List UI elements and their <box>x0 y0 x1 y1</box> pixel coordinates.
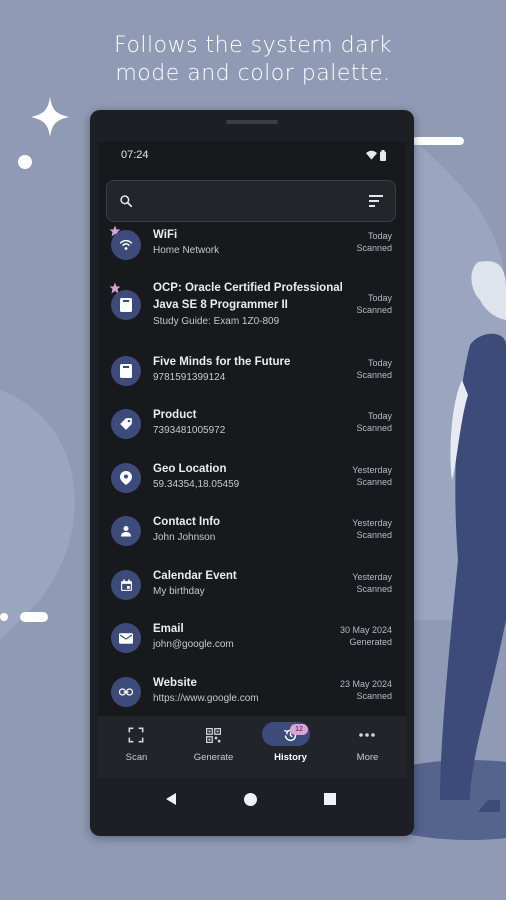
recents-button[interactable] <box>324 792 336 810</box>
item-date: Yesterday <box>352 465 392 475</box>
nav-generate[interactable]: Generate <box>175 716 252 778</box>
location-pin-icon <box>111 463 141 493</box>
app-screen: 07:24 WiFi Home Network Today Scanned OC… <box>98 142 406 778</box>
nav-more[interactable]: More <box>329 716 406 778</box>
item-date: Yesterday <box>352 572 392 582</box>
item-title: WiFi <box>153 229 178 241</box>
history-item-geo[interactable]: Geo Location 59.34354,18.05459 Yesterday… <box>98 461 406 507</box>
item-subtitle: Study Guide: Exam 1Z0-809 <box>153 316 280 327</box>
system-navigation-bar <box>90 778 414 836</box>
search-input[interactable] <box>143 189 357 215</box>
status-time: 07:24 <box>121 149 149 161</box>
book-icon <box>111 290 141 320</box>
phone-speaker <box>226 120 278 124</box>
status-icons <box>366 149 386 161</box>
item-state: Scanned <box>356 477 392 487</box>
item-title: Website <box>153 677 197 689</box>
item-state: Scanned <box>356 423 392 433</box>
item-subtitle: My birthday <box>153 586 205 597</box>
item-title: Product <box>153 409 197 421</box>
back-triangle-icon <box>166 793 176 805</box>
battery-icon <box>380 149 386 161</box>
item-title: Calendar Event <box>153 570 237 582</box>
history-item-wifi[interactable]: WiFi Home Network Today Scanned <box>98 225 406 274</box>
item-state: Scanned <box>356 370 392 380</box>
item-title: Email <box>153 623 184 635</box>
book-icon <box>111 356 141 386</box>
item-title: OCP: Oracle Certified Professional Java S… <box>153 282 343 311</box>
headline-line-2: mode and color palette. <box>115 61 391 86</box>
item-subtitle: 59.34354,18.05459 <box>153 479 240 490</box>
item-date: 23 May 2024 <box>339 679 392 689</box>
wifi-icon <box>111 230 141 260</box>
item-title: Geo Location <box>153 463 227 475</box>
item-state: Scanned <box>356 530 392 540</box>
sort-filter-icon[interactable] <box>369 195 383 207</box>
nav-more-label: More <box>356 752 379 763</box>
history-item-email[interactable]: Email john@google.com 30 May 2024 Genera… <box>98 621 406 667</box>
home-button[interactable] <box>243 792 258 812</box>
nav-history[interactable]: 12 History <box>252 716 329 778</box>
item-subtitle: John Johnson <box>153 532 216 543</box>
item-state: Scanned <box>356 584 392 594</box>
item-state: Scanned <box>356 305 392 315</box>
nav-scan[interactable]: Scan <box>98 716 175 778</box>
search-icon[interactable] <box>119 194 133 208</box>
headline-line-1: Follows the system dark <box>114 33 392 58</box>
item-title: Five Minds for the Future <box>153 356 291 368</box>
wifi-signal-icon <box>366 150 377 160</box>
item-state: Scanned <box>356 691 392 701</box>
tag-icon <box>111 409 141 439</box>
item-state: Generated <box>349 637 392 647</box>
item-subtitle: 9781591399124 <box>153 372 226 383</box>
item-date: Today <box>367 411 392 421</box>
history-item-book[interactable]: OCP: Oracle Certified Professional Java S… <box>98 280 406 334</box>
item-date: Today <box>367 293 392 303</box>
item-subtitle: 7393481005972 <box>153 425 226 436</box>
history-item-website[interactable]: Website https://www.google.com 23 May 20… <box>98 675 406 721</box>
item-subtitle: john@google.com <box>153 639 234 650</box>
more-dots-icon <box>356 724 378 746</box>
item-date: Today <box>367 231 392 241</box>
item-state: Scanned <box>356 243 392 253</box>
headline: Follows the system dark mode and color p… <box>0 32 506 88</box>
item-title: Contact Info <box>153 516 221 528</box>
calendar-icon <box>111 570 141 600</box>
history-item-product[interactable]: Product 7393481005972 Today Scanned <box>98 407 406 453</box>
nav-history-label: History <box>274 752 307 763</box>
item-date: Today <box>367 358 392 368</box>
phone-frame: 07:24 WiFi Home Network Today Scanned OC… <box>90 110 414 836</box>
bottom-navigation: Scan Generate 12 History More <box>98 716 406 778</box>
person-icon <box>111 516 141 546</box>
recents-square-icon <box>324 793 336 805</box>
back-button[interactable] <box>164 792 178 811</box>
item-date: 30 May 2024 <box>339 625 392 635</box>
history-count-badge: 12 <box>290 724 308 735</box>
item-date: Yesterday <box>352 518 392 528</box>
home-circle-icon <box>244 793 257 806</box>
search-bar[interactable] <box>106 180 396 222</box>
item-subtitle: Home Network <box>153 245 220 256</box>
nav-generate-label: Generate <box>193 752 234 763</box>
history-item-contact[interactable]: Contact Info John Johnson Yesterday Scan… <box>98 514 406 560</box>
scan-icon <box>125 724 147 746</box>
history-item-book[interactable]: Five Minds for the Future 9781591399124 … <box>98 354 406 400</box>
item-subtitle: https://www.google.com <box>153 693 259 704</box>
email-icon <box>111 623 141 653</box>
link-icon <box>111 677 141 707</box>
qr-grid-icon <box>202 724 224 746</box>
status-bar: 07:24 <box>98 142 406 168</box>
nav-scan-label: Scan <box>125 752 148 763</box>
history-item-calendar[interactable]: Calendar Event My birthday Yesterday Sca… <box>98 568 406 614</box>
